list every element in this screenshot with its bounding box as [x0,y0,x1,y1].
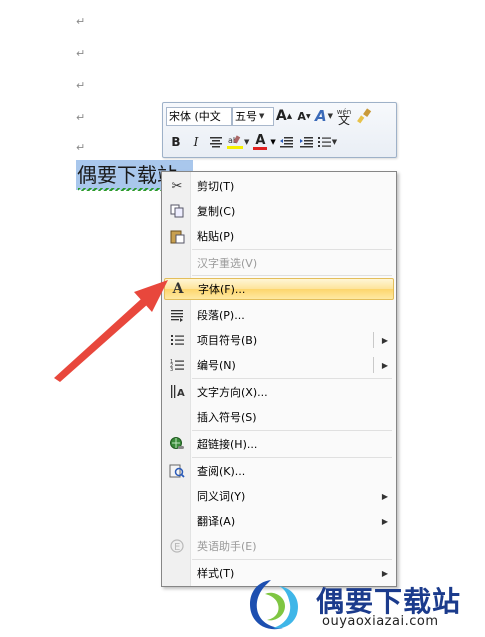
menu-item-english-assistant: E 英语助手(E) [164,535,394,557]
hyperlink-icon [166,434,188,454]
chevron-down-icon: ▼ [244,138,250,146]
menu-separator [192,430,392,431]
text-direction-icon: A [166,382,188,402]
increase-indent-icon [299,137,313,148]
chevron-down-icon: ▼ [259,112,265,120]
paragraph-mark: ↵ [76,47,86,60]
menu-item-paste[interactable]: 粘贴(P) [164,225,394,247]
styles-button[interactable]: A ▼ [315,106,333,126]
paragraph-mark: ↵ [76,141,86,154]
svg-text:3: 3 [170,367,173,372]
paragraph-mark: ↵ [76,79,86,92]
menu-item-cut[interactable]: ✂ 剪切(T) [164,175,394,197]
menu-separator [192,275,392,276]
menu-separator [192,378,392,379]
highlighter-icon: ab [227,135,243,149]
menu-item-text-direction[interactable]: A 文字方向(X)... [164,381,394,403]
submenu-split [373,357,374,373]
chevron-right-icon: ▶ [381,491,388,501]
mini-toolbar: 宋体 (中文 五号 ▼ A ▲ A ▼ A ▼ wén 文 B I ab ▼ A… [162,102,397,158]
english-assistant-icon: E [166,536,188,556]
menu-item-font[interactable]: A 字体(F)... [164,278,394,300]
submenu-split [373,332,374,348]
chevron-down-icon: ▼ [331,138,338,146]
menu-separator [192,559,392,560]
increase-indent-button[interactable] [297,132,315,152]
watermark-url: ouyaoxiazai.com [322,614,439,629]
chevron-right-icon: ▶ [381,516,388,526]
decrease-indent-button[interactable] [277,132,295,152]
site-logo [249,580,299,630]
grow-font-button[interactable]: A ▲ [275,106,293,126]
align-center-icon [210,137,222,148]
font-name-value: 宋体 (中文 [169,110,221,123]
menu-item-translate[interactable]: 翻译(A) ▶ [164,510,394,532]
menu-separator [192,457,392,458]
bullets-icon [317,137,331,147]
svg-text:E: E [174,542,180,553]
phonetic-glyph-icon: 文 [337,113,350,127]
menu-item-bullets[interactable]: 项目符号(B) ▶ [164,329,394,351]
context-menu: ✂ 剪切(T) 复制(C) 粘贴(P) 汉字重选(V) A 字体(F)... 段… [161,171,397,587]
highlight-color-button[interactable]: ab ▼ [227,132,249,152]
font-size-value: 五号 [235,110,257,123]
font-size-combo[interactable]: 五号 ▼ [232,106,274,126]
caret-down-icon: ▼ [305,112,311,120]
chevron-down-icon: ▼ [327,112,333,120]
lookup-icon [166,461,188,481]
font-name-combo[interactable]: 宋体 (中文 [166,106,232,126]
font-color-swatch [253,146,268,150]
italic-button[interactable]: I [187,132,205,152]
font-icon: A [172,281,184,297]
paragraph-icon [166,305,188,325]
font-color-button[interactable]: A [251,132,269,152]
menu-item-reconvert: 汉字重选(V) [197,257,258,270]
caret-up-icon: ▲ [286,112,293,120]
menu-item-copy[interactable]: 复制(C) [164,200,394,222]
chevron-right-icon[interactable]: ▶ [382,336,388,345]
paste-icon [166,226,188,246]
menu-item-paragraph[interactable]: 段落(P)... [164,304,394,326]
menu-item-synonyms[interactable]: 同义词(Y) ▶ [164,485,394,507]
numbering-icon: 123 [166,355,188,375]
format-painter-button[interactable] [355,106,373,126]
paintbrush-icon [357,108,372,124]
chevron-right-icon[interactable]: ▶ [382,361,388,370]
menu-item-insert-symbol[interactable]: 插入符号(S) [164,406,394,428]
copy-icon [166,201,188,221]
phonetic-guide-button[interactable]: wén 文 [335,106,353,126]
paragraph-mark: ↵ [76,111,86,124]
menu-item-lookup[interactable]: 查阅(K)... [164,460,394,482]
paragraph-mark: ↵ [76,15,86,28]
shrink-font-button[interactable]: A ▼ [295,106,313,126]
chevron-down-icon[interactable]: ▼ [270,138,275,146]
scissors-icon: ✂ [171,178,183,194]
svg-text:A: A [177,388,185,399]
chevron-right-icon: ▶ [381,568,388,578]
center-align-button[interactable] [207,132,225,152]
bullets-button[interactable]: ▼ [317,132,337,152]
menu-item-hyperlink[interactable]: 超链接(H)... [164,433,394,455]
bullets-icon [166,330,188,350]
decrease-indent-icon [279,137,293,148]
bold-button[interactable]: B [167,132,185,152]
menu-item-numbering[interactable]: 123 编号(N) ▶ [164,354,394,376]
menu-separator [192,249,392,250]
